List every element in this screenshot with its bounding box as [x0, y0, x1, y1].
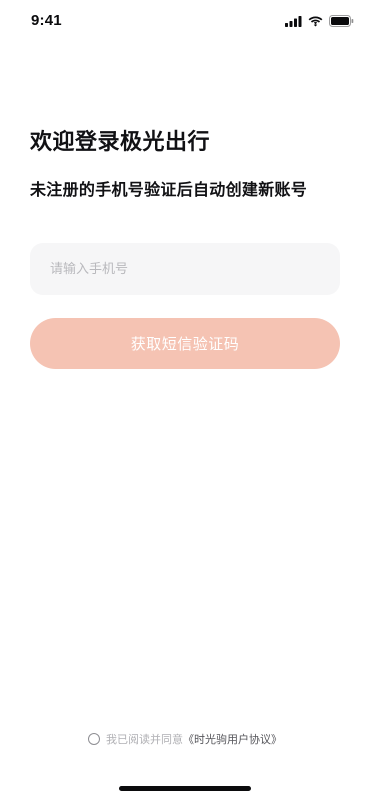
phone-number-input[interactable]: [30, 243, 340, 295]
get-sms-code-button[interactable]: 获取短信验证码: [30, 318, 340, 369]
home-indicator: [119, 786, 251, 791]
status-time: 9:41: [31, 12, 62, 29]
wifi-icon: [308, 16, 323, 27]
cellular-signal-icon: [285, 15, 302, 27]
agreement-prefix: 我已阅读并同意: [106, 733, 183, 746]
status-bar: 9:41: [0, 0, 370, 44]
battery-icon: [329, 15, 354, 27]
agreement-radio[interactable]: [88, 733, 100, 745]
page-title: 欢迎登录极光出行: [30, 130, 211, 155]
agreement-row: 我已阅读并同意 《时光驹用户协议》: [0, 731, 370, 747]
user-agreement-link[interactable]: 《时光驹用户协议》: [183, 731, 282, 747]
status-icons: [285, 14, 354, 28]
page-subtitle: 未注册的手机号验证后自动创建新账号: [30, 180, 308, 199]
